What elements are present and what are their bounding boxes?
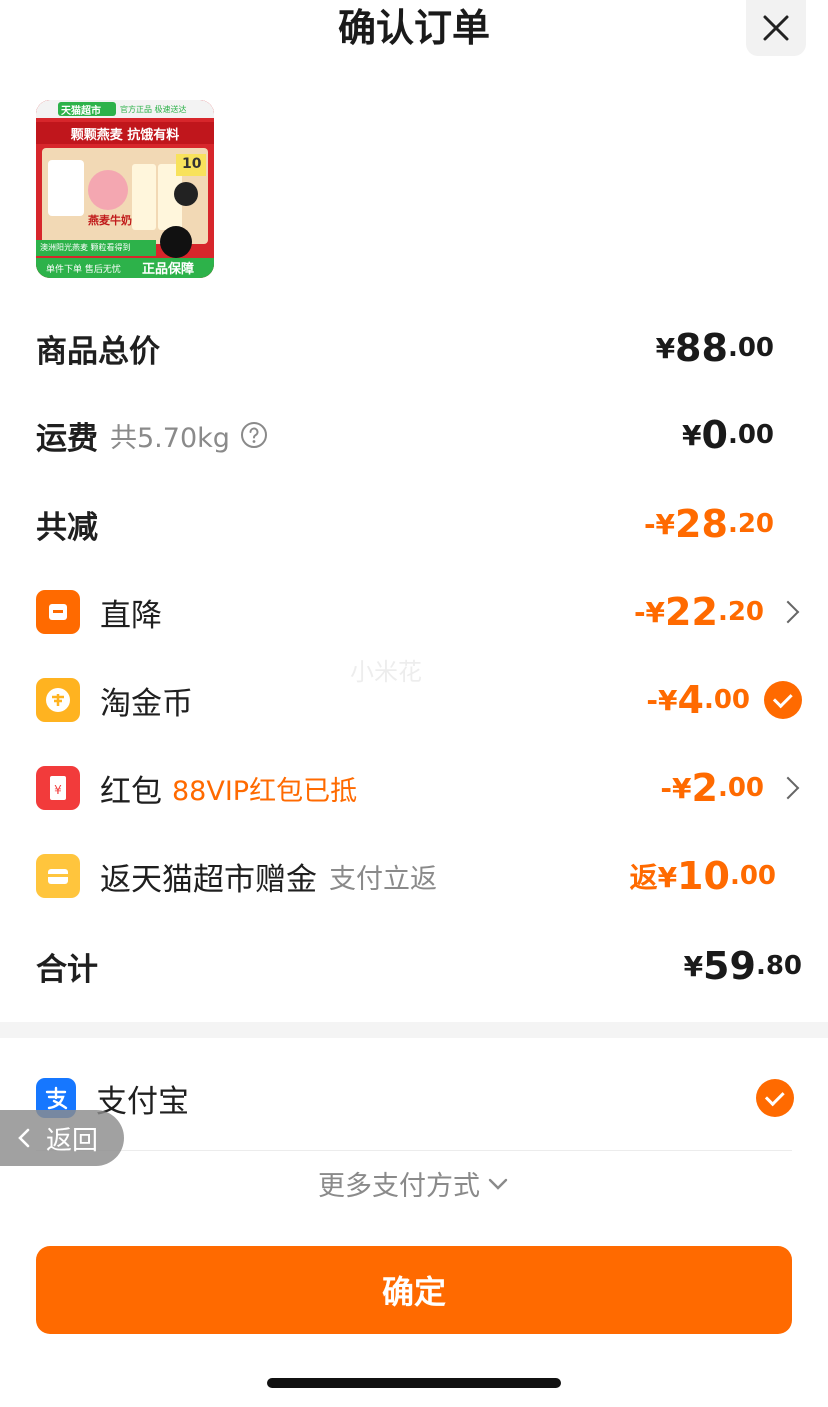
coins-label: 淘金币 [100, 685, 193, 722]
shipping-label: 运费 [36, 420, 98, 457]
close-button[interactable] [746, 0, 806, 56]
row-red-packet[interactable]: ¥ 红包 88VIP红包已抵 -¥ 2 .00 [36, 760, 806, 816]
guarantee-label: 正品保障 [142, 262, 195, 277]
cashback-icon [36, 854, 80, 898]
row-sum: 合计 ¥ 59 .80 [36, 938, 806, 994]
red-packet-amount: -¥ 2 .00 [660, 760, 800, 816]
discount-total-label: 共减 [36, 509, 98, 546]
direct-cut-icon [36, 590, 80, 634]
row-direct-cut[interactable]: 直降 -¥ 22 .20 [36, 584, 806, 640]
total-price-label: 商品总价 [36, 333, 160, 370]
total-price-amount: ¥ 88 .00 [655, 326, 774, 370]
chevron-down-icon [488, 1178, 508, 1190]
cashback-note: 支付立返 [329, 863, 437, 895]
confirm-button[interactable]: 确定 [36, 1246, 792, 1334]
row-discount-total: 共减 -¥ 28 .20 [36, 496, 806, 552]
product-price-tag: 10 [182, 156, 202, 172]
cashback-label: 返天猫超市赠金 [100, 861, 317, 898]
shipping-amount: ¥ 0 .00 [682, 413, 774, 457]
sum-label: 合计 [36, 951, 98, 988]
tmall-badge: 天猫超市 [61, 106, 101, 117]
close-icon [763, 15, 789, 41]
more-payment-label: 更多支付方式 [318, 1170, 480, 1202]
product-footer-2: 单件下单 售后无忧 [46, 265, 121, 275]
svg-text:¥: ¥ [54, 783, 62, 797]
product-footer-1: 澳洲阳光燕麦 颗粒看得到 [40, 243, 131, 252]
row-cashback: 返天猫超市赠金 支付立返 返¥ 10 .00 [36, 848, 806, 904]
payment-alipay[interactable]: 支付宝 [36, 1070, 806, 1126]
chevron-right-icon [776, 776, 800, 800]
sum-amount: ¥ 59 .80 [683, 944, 802, 988]
product-headline: 颗颗燕麦 抗饿有料 [70, 128, 180, 143]
badge-subtitle: 官方正品 极速送达 [120, 105, 187, 114]
chevron-left-icon [18, 1128, 30, 1148]
alipay-check-icon[interactable] [756, 1079, 794, 1117]
shipping-weight: 共5.70kg [110, 422, 230, 454]
direct-cut-label: 直降 [100, 597, 162, 634]
section-divider [0, 1022, 828, 1038]
home-indicator [267, 1378, 561, 1388]
back-button[interactable]: 返回 [0, 1110, 124, 1166]
row-total-price: 商品总价 ¥ 88 .00 [36, 320, 806, 376]
product-image[interactable]: 天猫超市 官方正品 极速送达 颗颗燕麦 抗饿有料 燕麦牛奶 10 澳洲阳光燕麦 … [36, 100, 214, 278]
chevron-right-icon [776, 600, 800, 624]
discount-total-amount: -¥ 28 .20 [643, 502, 774, 546]
back-label: 返回 [46, 1125, 99, 1156]
red-packet-icon: ¥ [36, 766, 80, 810]
cashback-amount: 返¥ 10 .00 [629, 854, 776, 898]
page-title: 确认订单 [337, 6, 490, 50]
more-payment-button[interactable]: 更多支付方式 [0, 1162, 828, 1204]
coins-amount: -¥ 4 .00 [646, 672, 802, 728]
direct-cut-amount: -¥ 22 .20 [634, 584, 800, 640]
payment-divider [36, 1150, 792, 1151]
coins-check-icon[interactable] [764, 681, 802, 719]
help-icon[interactable] [240, 421, 268, 449]
coin-icon [36, 678, 80, 722]
watermark: 小米花 [350, 658, 422, 686]
red-packet-label: 红包 [100, 773, 162, 810]
row-shipping: 运费 共5.70kg ¥ 0 .00 [36, 407, 806, 463]
product-box-text: 燕麦牛奶 [88, 214, 132, 227]
red-packet-note: 88VIP红包已抵 [172, 775, 358, 807]
